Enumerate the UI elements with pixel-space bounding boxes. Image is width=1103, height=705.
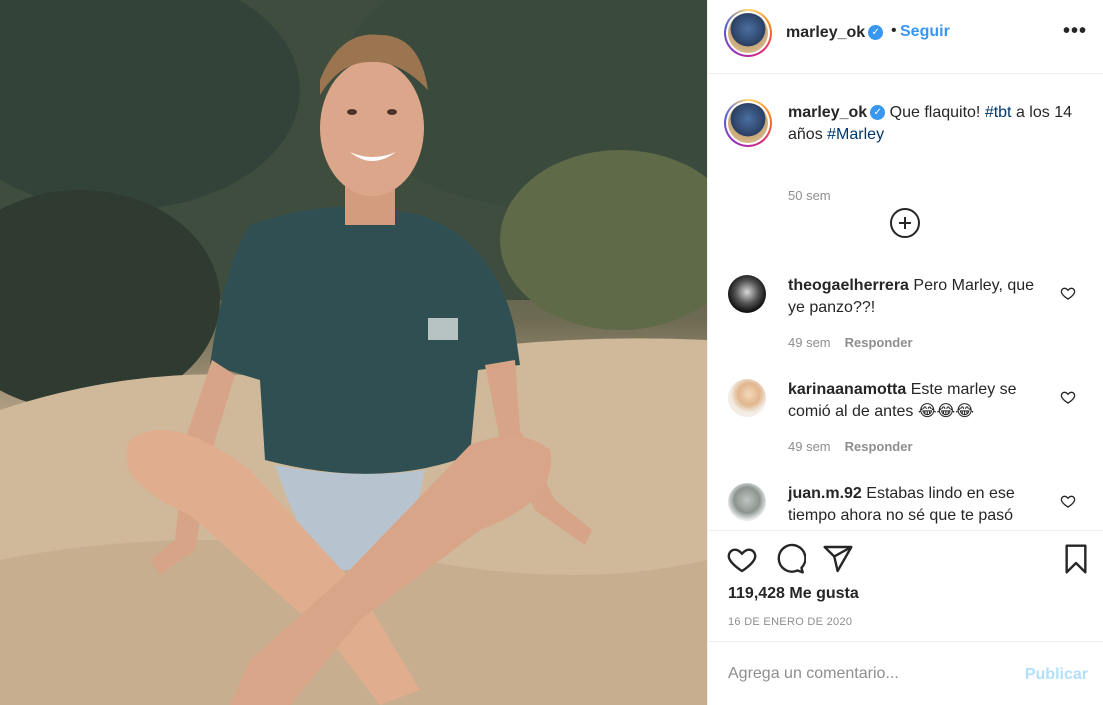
author-avatar[interactable] bbox=[728, 13, 768, 53]
verified-badge-icon: ✓ bbox=[868, 25, 884, 41]
comment-username[interactable]: juan.m.92 bbox=[788, 485, 862, 502]
caption-avatar-ring[interactable] bbox=[724, 99, 772, 147]
comment-like-heart-icon[interactable] bbox=[1060, 389, 1076, 405]
likes-count[interactable]: 119,428 Me gusta bbox=[728, 585, 859, 603]
comment-meta: 49 sem Responder bbox=[788, 335, 913, 350]
share-icon[interactable] bbox=[822, 543, 854, 575]
comment-avatar[interactable] bbox=[728, 275, 766, 313]
hashtag-marley[interactable]: #Marley bbox=[827, 126, 884, 143]
comment-item: theogaelherrera Pero Marley, que ye panz… bbox=[724, 275, 1088, 365]
heart-icon[interactable] bbox=[726, 543, 758, 575]
separator-dot: • bbox=[891, 22, 897, 39]
comment-meta: 49 sem Responder bbox=[788, 439, 913, 454]
caption-avatar[interactable] bbox=[728, 103, 768, 143]
comment-timestamp[interactable]: 49 sem bbox=[788, 439, 831, 454]
reply-button[interactable]: Responder bbox=[845, 439, 913, 454]
comment-text: karinaanamotta Este marley se comió al d… bbox=[788, 379, 1036, 423]
follow-button[interactable]: Seguir bbox=[900, 23, 950, 41]
comment-input[interactable] bbox=[728, 662, 1008, 686]
comment-avatar[interactable] bbox=[728, 483, 766, 521]
caption-username[interactable]: marley_ok bbox=[788, 104, 867, 121]
comment-item: karinaanamotta Este marley se comió al d… bbox=[724, 379, 1088, 469]
more-icon[interactable]: ••• bbox=[1063, 20, 1087, 43]
author-username[interactable]: marley_ok ✓ bbox=[786, 24, 884, 42]
post-date[interactable]: 16 DE ENERO DE 2020 bbox=[728, 616, 852, 628]
load-more-comments-plus-circle-icon[interactable] bbox=[890, 208, 920, 238]
hashtag-tbt[interactable]: #tbt bbox=[985, 104, 1012, 121]
comment-icon[interactable] bbox=[774, 543, 806, 575]
comment-username[interactable]: theogaelherrera bbox=[788, 277, 909, 294]
comment-text: theogaelherrera Pero Marley, que ye panz… bbox=[788, 275, 1036, 319]
reply-button[interactable]: Responder bbox=[845, 335, 913, 350]
photo-illustration bbox=[0, 0, 707, 705]
comment-like-heart-icon[interactable] bbox=[1060, 493, 1076, 509]
bookmark-icon[interactable] bbox=[1060, 543, 1092, 575]
post-actions: 119,428 Me gusta 16 DE ENERO DE 2020 bbox=[708, 530, 1103, 641]
caption-text: marley_ok ✓ Que flaquito! #tbt a los 14 a… bbox=[788, 102, 1088, 146]
comment-timestamp[interactable]: 49 sem bbox=[788, 335, 831, 350]
caption-body: Que flaquito! bbox=[889, 104, 981, 121]
publish-button[interactable]: Publicar bbox=[1025, 666, 1088, 684]
author-avatar-ring[interactable] bbox=[724, 9, 772, 57]
comments-list[interactable]: marley_ok ✓ Que flaquito! #tbt a los 14 a… bbox=[708, 75, 1103, 530]
comment-text: juan.m.92 Estabas lindo en ese tiempo ah… bbox=[788, 483, 1036, 527]
verified-badge-icon: ✓ bbox=[870, 105, 886, 121]
comment-avatar[interactable] bbox=[728, 379, 766, 417]
comment-composer: Publicar bbox=[708, 641, 1103, 705]
post-header: marley_ok ✓ • Seguir ••• bbox=[708, 0, 1103, 74]
comment-item: juan.m.92 Estabas lindo en ese tiempo ah… bbox=[724, 483, 1088, 530]
caption-timestamp[interactable]: 50 sem bbox=[788, 188, 831, 203]
comment-username[interactable]: karinaanamotta bbox=[788, 381, 906, 398]
post-sidebar: marley_ok ✓ • Seguir ••• marley_ok ✓ Que f… bbox=[707, 0, 1103, 705]
comment-like-heart-icon[interactable] bbox=[1060, 285, 1076, 301]
post-photo[interactable] bbox=[0, 0, 707, 705]
author-username-text[interactable]: marley_ok bbox=[786, 24, 865, 41]
